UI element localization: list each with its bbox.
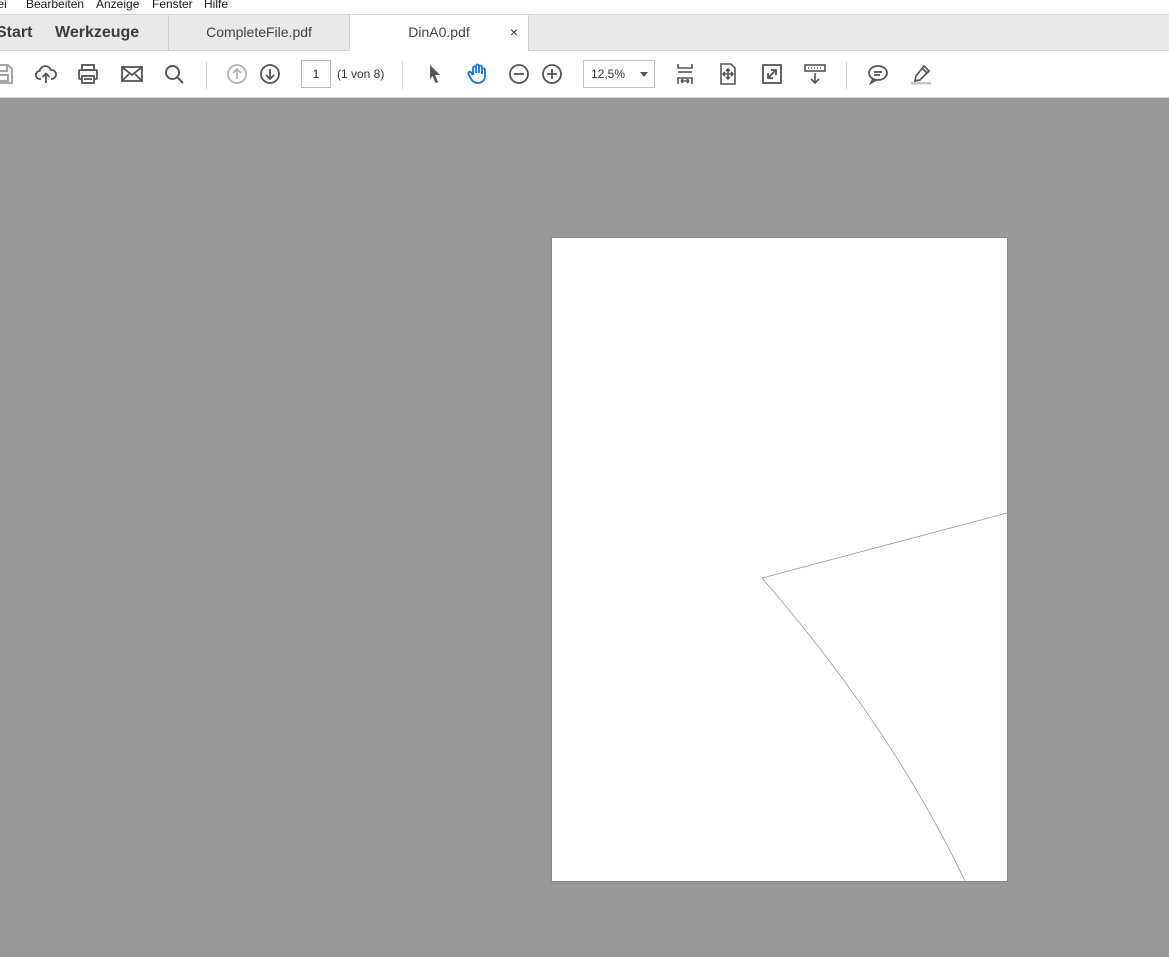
tab-bar: Start Werkzeuge CompleteFile.pdf DinA0.p…: [0, 14, 1169, 52]
highlight-pen-icon[interactable]: [907, 60, 935, 88]
tab-document-label: CompleteFile.pdf: [206, 24, 312, 40]
menu-view[interactable]: Anzeige: [96, 0, 139, 10]
tab-document-label: DinA0.pdf: [408, 24, 470, 40]
zoom-value: 12,5%: [591, 67, 626, 81]
zoom-in-icon[interactable]: [538, 60, 566, 88]
page-number-input[interactable]: 1: [301, 60, 331, 88]
fit-width-icon[interactable]: [671, 60, 699, 88]
tab-document-dina0[interactable]: DinA0.pdf ×: [349, 15, 529, 52]
email-icon[interactable]: [118, 60, 146, 88]
menu-bar: tei Bearbeiten Anzeige Fenster Hilfe: [0, 0, 1169, 14]
close-tab-icon[interactable]: ×: [506, 15, 522, 50]
menu-edit[interactable]: Bearbeiten: [26, 0, 84, 10]
toolbar-separator: [206, 61, 207, 89]
chevron-down-icon: [640, 72, 648, 77]
full-screen-icon[interactable]: [758, 60, 786, 88]
menu-window[interactable]: Fenster: [152, 0, 193, 10]
pdf-page: [551, 237, 1008, 882]
tab-tools[interactable]: Werkzeuge: [55, 15, 139, 50]
page-count-text: (1 von 8): [337, 67, 385, 81]
scroll-mode-icon[interactable]: [801, 60, 829, 88]
select-arrow-icon[interactable]: [420, 60, 448, 88]
toolbar-separator: [846, 61, 847, 89]
save-icon[interactable]: [0, 60, 17, 88]
search-icon[interactable]: [160, 60, 188, 88]
previous-page-icon[interactable]: [223, 60, 251, 88]
zoom-out-icon[interactable]: [505, 60, 533, 88]
print-icon[interactable]: [74, 60, 102, 88]
document-viewer[interactable]: [0, 98, 1169, 957]
toolbar: 1 (1 von 8) 12,5%: [0, 51, 1169, 98]
next-page-icon[interactable]: [256, 60, 284, 88]
tab-document-completefile[interactable]: CompleteFile.pdf: [168, 15, 349, 51]
menu-help[interactable]: Hilfe: [204, 0, 228, 10]
zoom-select[interactable]: 12,5%: [583, 60, 655, 88]
drawing-curve: [761, 577, 966, 881]
cloud-upload-icon[interactable]: [32, 60, 60, 88]
menu-file[interactable]: tei: [0, 0, 7, 10]
drawing-line: [761, 512, 1007, 579]
hand-tool-icon[interactable]: [463, 60, 491, 88]
toolbar-separator: [402, 61, 403, 89]
page-drawing: [761, 512, 1007, 881]
fit-page-icon[interactable]: [714, 60, 742, 88]
comment-icon[interactable]: [864, 60, 892, 88]
tab-home[interactable]: Start: [0, 15, 32, 50]
